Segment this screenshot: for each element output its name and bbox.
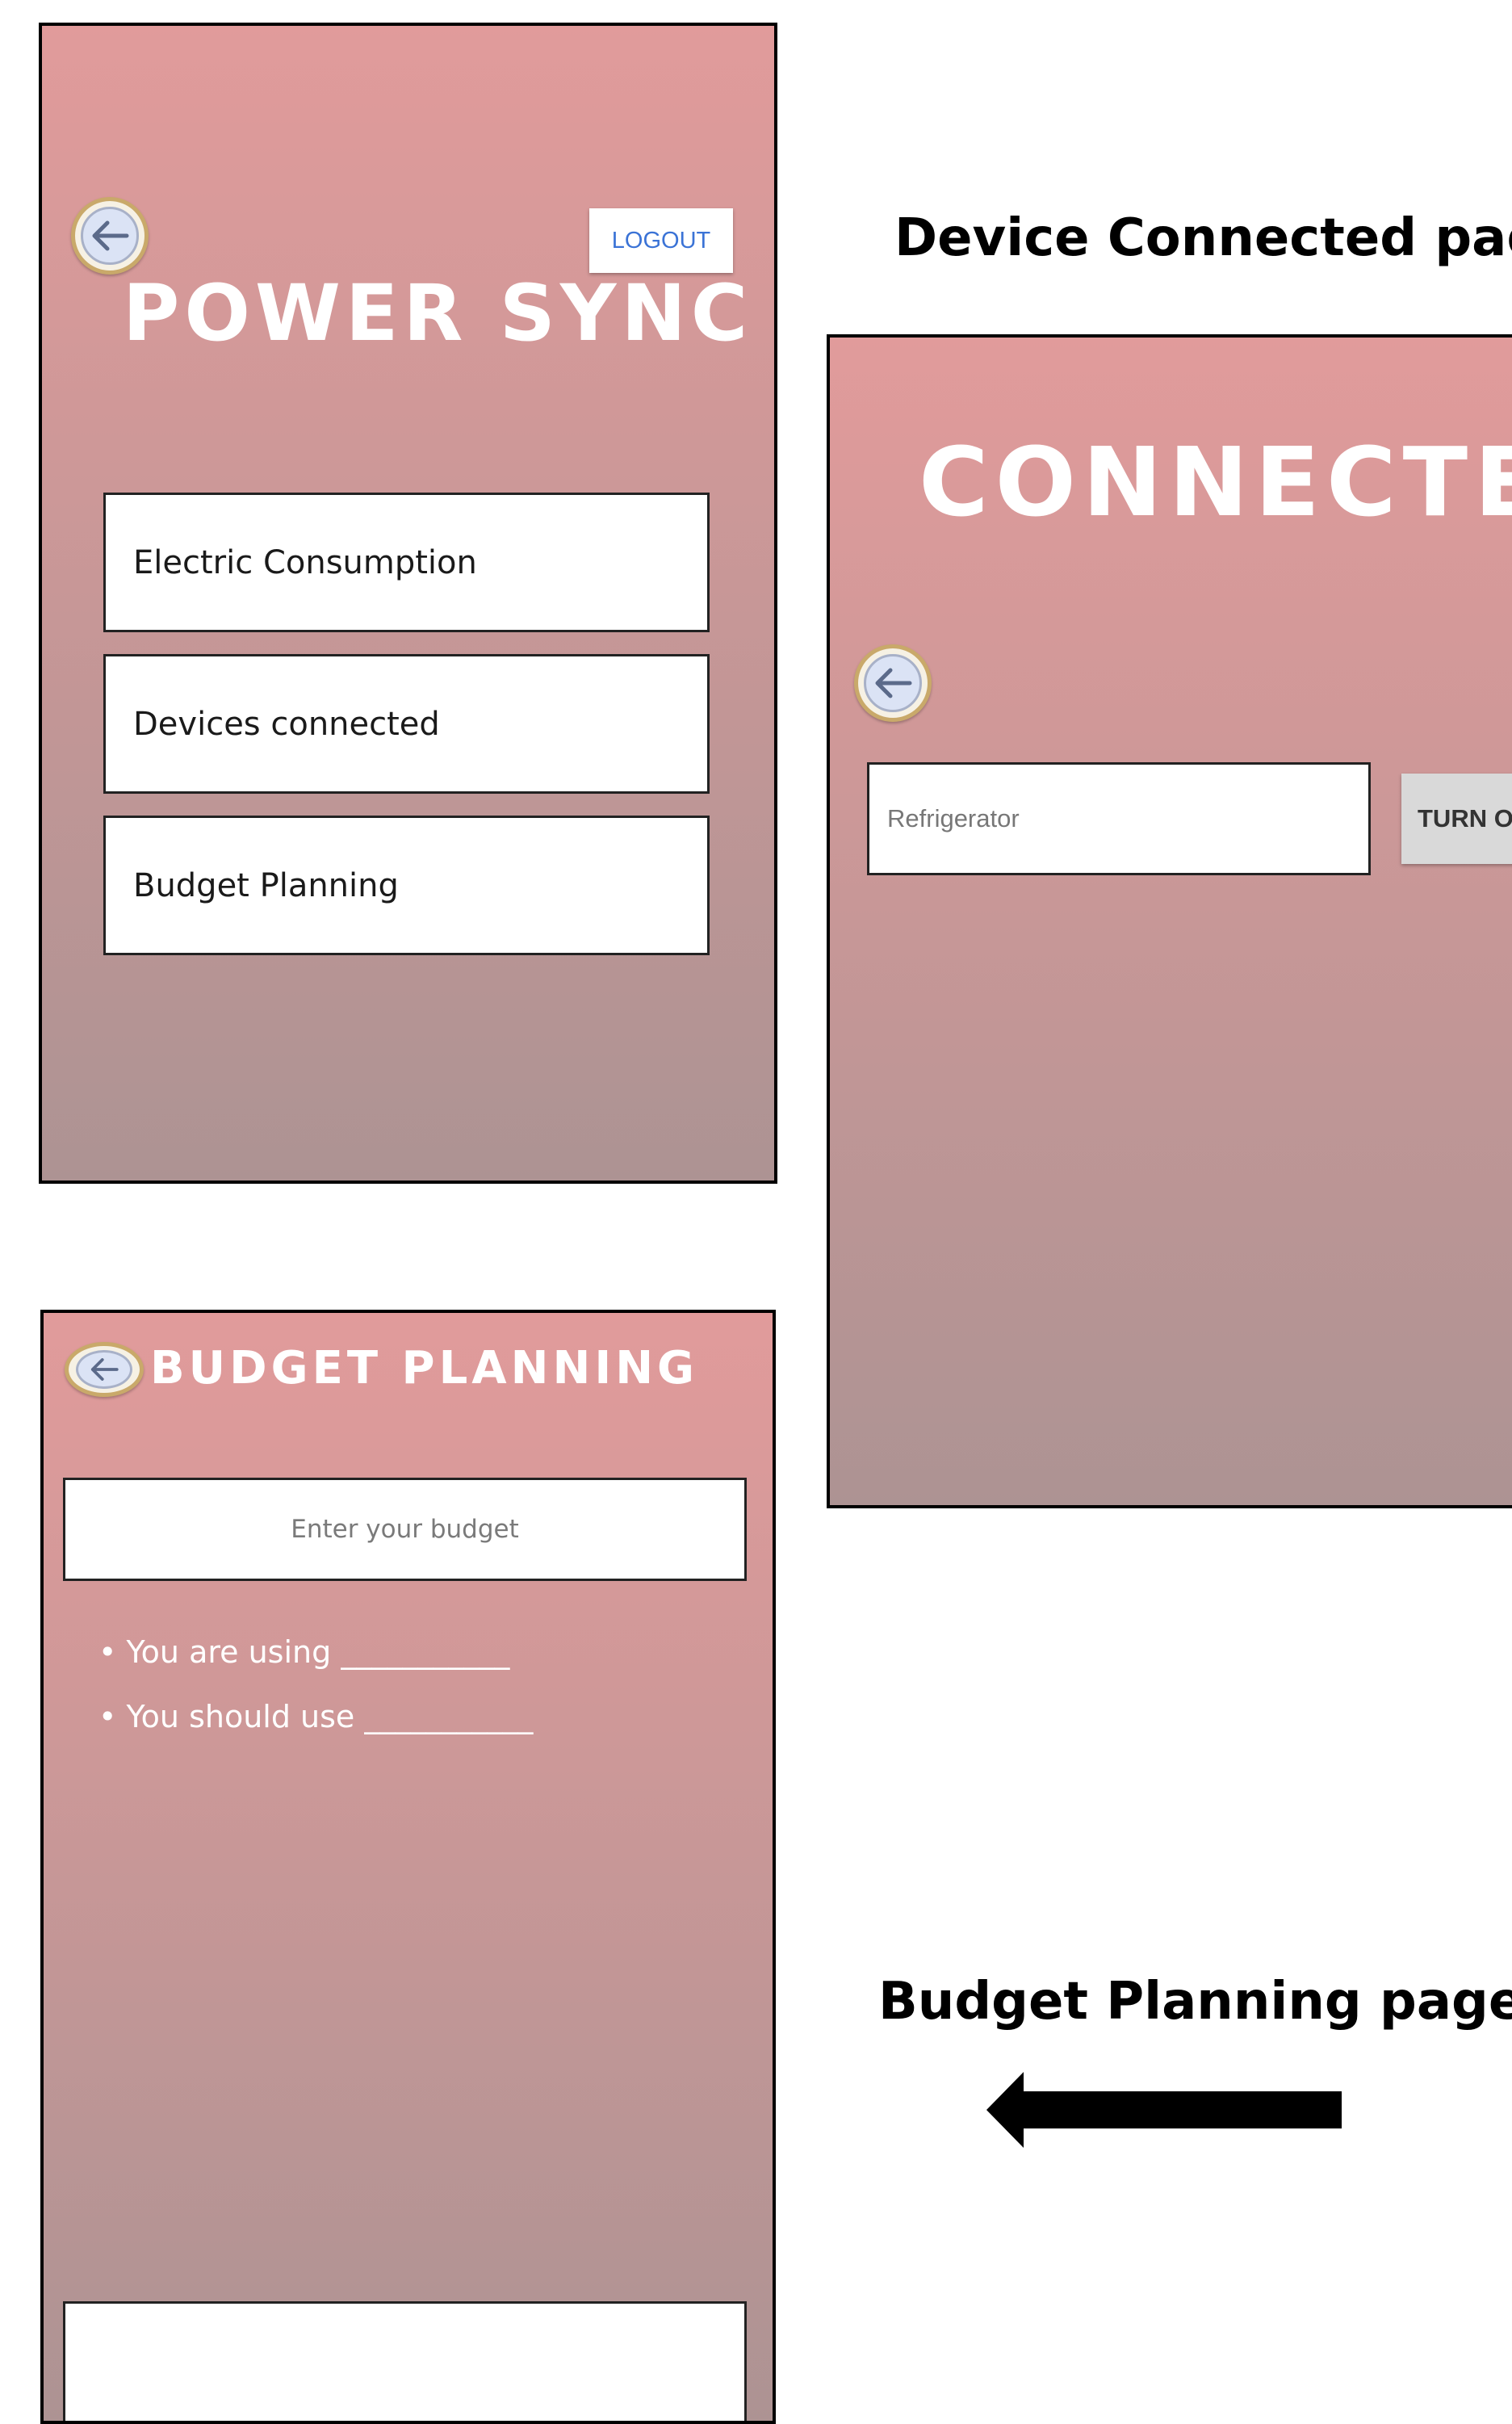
budget-planning-caption: Budget Planning page bbox=[878, 1972, 1512, 2032]
back-arrow-icon bbox=[864, 654, 922, 712]
back-arrow-icon bbox=[76, 1350, 132, 1389]
budget-title: BUDGET PLANNING bbox=[150, 1342, 699, 1394]
bottom-panel bbox=[63, 2301, 747, 2421]
left-arrow-icon bbox=[986, 2072, 1342, 2152]
budget-planning-button[interactable]: Budget Planning bbox=[103, 816, 710, 955]
device-connected-screen: CONNECTED Refrigerator TURN OF bbox=[827, 334, 1512, 1508]
back-arrow-icon bbox=[81, 207, 139, 265]
budget-planning-screen: BUDGET PLANNING Enter your budget • You … bbox=[40, 1310, 776, 2424]
logout-button[interactable]: LOGOUT bbox=[589, 208, 733, 273]
electric-consumption-button[interactable]: Electric Consumption bbox=[103, 493, 710, 632]
back-button[interactable] bbox=[854, 644, 932, 722]
devices-connected-button[interactable]: Devices connected bbox=[103, 654, 710, 794]
back-button[interactable] bbox=[65, 1342, 144, 1397]
power-sync-home-screen: LOGOUT POWER SYNC Electric Consumption D… bbox=[39, 23, 777, 1184]
device-name-field[interactable]: Refrigerator bbox=[867, 762, 1371, 875]
turn-off-button[interactable]: TURN OF bbox=[1401, 774, 1512, 864]
back-button[interactable] bbox=[71, 197, 149, 275]
device-connected-caption: Device Connected page bbox=[894, 208, 1512, 268]
budget-input[interactable]: Enter your budget bbox=[63, 1478, 747, 1581]
app-title: POWER SYNC bbox=[123, 268, 753, 359]
you-are-using-line: • You are using ___________ bbox=[98, 1634, 510, 1670]
connected-title: CONNECTED bbox=[919, 426, 1512, 538]
you-should-use-line: • You should use ___________ bbox=[98, 1699, 534, 1734]
